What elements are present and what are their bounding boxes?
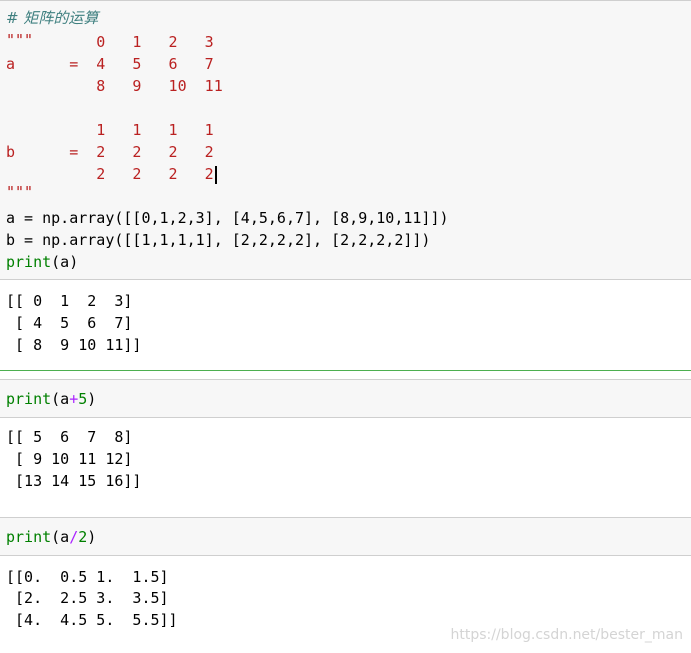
output-line: [ 8 9 10 11]] bbox=[6, 336, 142, 354]
code-line-b: b = np.array([[1,1,1,1], [2,2,2,2], [2,2… bbox=[6, 231, 431, 249]
print-keyword: print bbox=[6, 390, 52, 408]
docstring-line-1: 0 1 2 3 bbox=[6, 33, 214, 51]
print-args: (a) bbox=[51, 253, 79, 271]
code-line-print-div: print(a/2) bbox=[6, 526, 96, 548]
output-line: [[ 0 1 2 3] bbox=[6, 292, 133, 310]
code-cell-3-input[interactable]: print(a/2) bbox=[0, 517, 691, 556]
output-line: [[ 5 6 7 8] bbox=[6, 428, 133, 446]
watermark-text: https://blog.csdn.net/bester_man bbox=[450, 627, 684, 643]
add-operator: + bbox=[69, 390, 79, 408]
print-arg-close: ) bbox=[87, 528, 97, 546]
output-line: [ 4 5 6 7] bbox=[6, 314, 133, 332]
cell-separator bbox=[0, 370, 691, 371]
number-literal: 5 bbox=[78, 390, 88, 408]
output-line: [2. 2.5 3. 3.5] bbox=[6, 589, 169, 607]
docstring-line-7-wrap: 2 2 2 2 bbox=[6, 163, 217, 185]
number-literal: 2 bbox=[78, 528, 88, 546]
docstring-close: """ bbox=[6, 183, 34, 201]
output-line: [ 9 10 11 12] bbox=[6, 450, 133, 468]
print-arg-open: (a bbox=[51, 528, 70, 546]
output-line: [[0. 0.5 1. 1.5] bbox=[6, 568, 169, 586]
code-cell-2-input[interactable]: print(a+5) bbox=[0, 379, 691, 418]
output-line: [13 14 15 16]] bbox=[6, 472, 142, 490]
divide-operator: / bbox=[69, 528, 79, 546]
code-line-print-add: print(a+5) bbox=[6, 388, 96, 410]
comment-line: # 矩阵的运算 bbox=[6, 9, 99, 27]
output-line: [4. 4.5 5. 5.5]] bbox=[6, 611, 178, 629]
text-cursor bbox=[214, 165, 217, 184]
code-line-a: a = np.array([[0,1,2,3], [4,5,6,7], [8,9… bbox=[6, 209, 449, 227]
print-keyword: print bbox=[6, 253, 52, 271]
docstring-line-6: b = 2 2 2 2 bbox=[6, 143, 214, 161]
docstring-line-7: 2 2 2 2 bbox=[6, 165, 214, 183]
code-cell-1-input[interactable]: # 矩阵的运算 """ 0 1 2 3 a = 4 5 6 7 8 9 10 1… bbox=[0, 0, 691, 280]
code-cell-1-output: [[ 0 1 2 3] [ 4 5 6 7] [ 8 9 10 11]] bbox=[0, 280, 691, 370]
docstring-line-3: 8 9 10 11 bbox=[6, 77, 223, 95]
code-line-print: print(a) bbox=[6, 251, 78, 273]
print-arg-close: ) bbox=[87, 390, 97, 408]
print-keyword: print bbox=[6, 528, 52, 546]
code-cell-2-output: [[ 5 6 7 8] [ 9 10 11 12] [13 14 15 16]] bbox=[0, 418, 691, 518]
docstring-line-2: a = 4 5 6 7 bbox=[6, 55, 214, 73]
print-arg-open: (a bbox=[51, 390, 70, 408]
docstring-line-5: 1 1 1 1 bbox=[6, 121, 214, 139]
